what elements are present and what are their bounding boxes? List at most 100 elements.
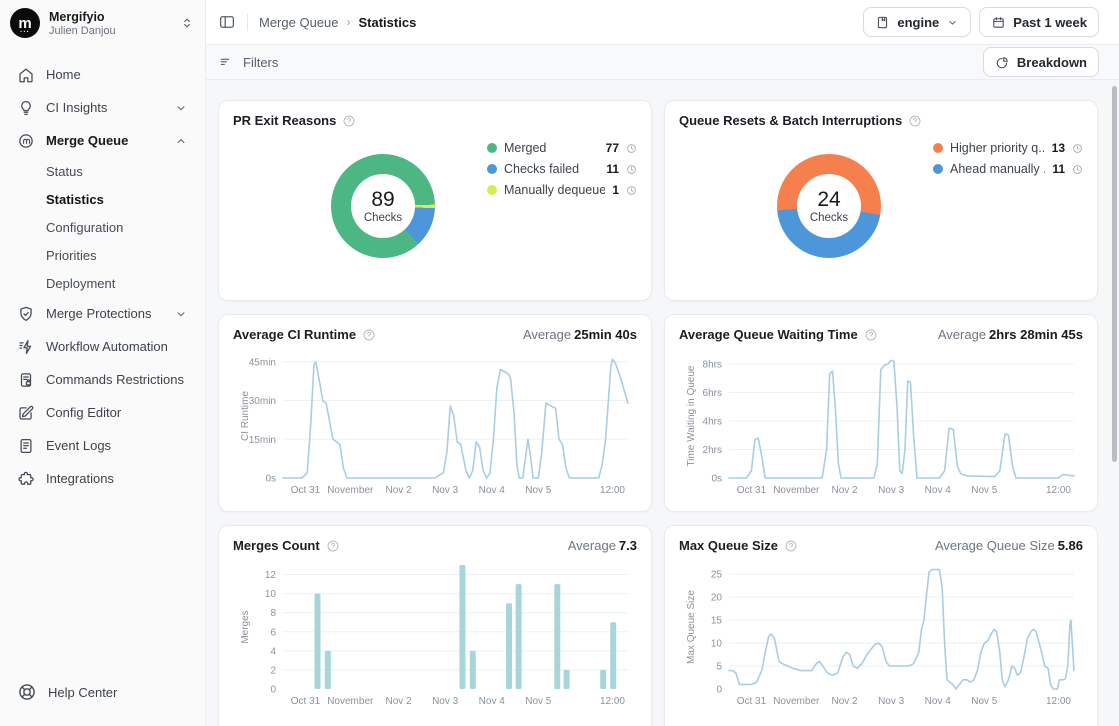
- filters-label: Filters: [243, 55, 278, 70]
- sidebar-item-status[interactable]: Status: [8, 157, 197, 185]
- svg-text:Nov 4: Nov 4: [925, 696, 952, 707]
- vertical-scrollbar-thumb[interactable]: [1112, 86, 1117, 462]
- sidebar-item-priorities[interactable]: Priorities: [8, 241, 197, 269]
- donut-chart[interactable]: 89 Checks: [331, 154, 435, 258]
- svg-text:Time Waiting in Queue: Time Waiting in Queue: [686, 365, 697, 466]
- top-header: Merge Queue › Statistics engine Past 1 w…: [206, 0, 1119, 45]
- sidebar-item-label: Merge Protections: [46, 306, 152, 321]
- workspace-switcher[interactable]: m ··· Mergifyio Julien Danjou: [0, 0, 205, 46]
- sidebar-item-deployment[interactable]: Deployment: [8, 269, 197, 297]
- average-readout: Average Queue Size5.86: [935, 538, 1083, 553]
- sidebar-item-config-editor[interactable]: Config Editor: [8, 396, 197, 429]
- help-icon[interactable]: [864, 328, 878, 342]
- sidebar-item-ci-insights[interactable]: CI Insights: [8, 91, 197, 124]
- svg-text:4hrs: 4hrs: [703, 416, 722, 427]
- breadcrumb-separator: ›: [347, 15, 351, 29]
- sidebar-item-commands-restrictions[interactable]: Commands Restrictions: [8, 363, 197, 396]
- sidebar-item-merge-protections[interactable]: Merge Protections: [8, 297, 197, 330]
- clock-icon[interactable]: [626, 143, 637, 154]
- svg-text:8hrs: 8hrs: [703, 359, 722, 370]
- svg-text:Oct 31: Oct 31: [737, 696, 767, 707]
- sidebar-item-statistics[interactable]: Statistics: [8, 185, 197, 213]
- svg-text:CI Runtime: CI Runtime: [240, 391, 251, 441]
- svg-text:4: 4: [270, 646, 276, 657]
- svg-text:5: 5: [716, 662, 722, 673]
- svg-text:Nov 2: Nov 2: [832, 696, 859, 707]
- breakdown-button[interactable]: Breakdown: [983, 47, 1099, 77]
- sidebar-item-home[interactable]: Home: [8, 58, 197, 91]
- help-icon[interactable]: [784, 539, 798, 553]
- app-window: m ··· Mergifyio Julien Danjou HomeCI Ins…: [0, 0, 1119, 726]
- legend-label: Higher priority q...: [950, 141, 1045, 155]
- sidebar-item-event-logs[interactable]: Event Logs: [8, 429, 197, 462]
- donut-chart[interactable]: 24 Checks: [777, 154, 881, 258]
- svg-text:Nov 4: Nov 4: [479, 696, 506, 707]
- legend-item[interactable]: Ahead manually ...11: [933, 162, 1083, 176]
- sidebar-item-workflow-automation[interactable]: Workflow Automation: [8, 330, 197, 363]
- svg-text:6hrs: 6hrs: [703, 388, 722, 399]
- svg-text:Nov 2: Nov 2: [386, 485, 413, 496]
- svg-text:November: November: [773, 696, 820, 707]
- chevron-down-icon: [174, 101, 188, 115]
- card-title: PR Exit Reasons: [233, 113, 356, 128]
- svg-text:8: 8: [270, 608, 276, 619]
- svg-text:Nov 5: Nov 5: [525, 696, 552, 707]
- legend-item[interactable]: Merged77: [487, 141, 637, 155]
- legend-value: 11: [1052, 162, 1065, 176]
- help-icon[interactable]: [908, 114, 922, 128]
- line-chart[interactable]: 0510152025Oct 31NovemberNov 2Nov 3Nov 4N…: [679, 557, 1084, 709]
- svg-text:Nov 3: Nov 3: [432, 696, 459, 707]
- sidebar-item-label: Commands Restrictions: [46, 372, 184, 387]
- line-chart[interactable]: 0s15min30min45minOct 31NovemberNov 2Nov …: [233, 346, 638, 498]
- sidebar-item-merge-queue[interactable]: Merge Queue: [8, 124, 197, 157]
- mergify-logo: m ···: [10, 8, 40, 38]
- line-chart[interactable]: 0s2hrs4hrs6hrs8hrsOct 31NovemberNov 2Nov…: [679, 346, 1084, 498]
- svg-text:0s: 0s: [711, 474, 722, 485]
- svg-text:Nov 5: Nov 5: [971, 696, 998, 707]
- clock-icon[interactable]: [1072, 143, 1083, 154]
- card-queue-resets: Queue Resets & Batch Interruptions 24 Ch…: [664, 100, 1098, 301]
- legend-value: 1: [612, 183, 619, 197]
- card-title: Merges Count: [233, 538, 340, 553]
- svg-text:0: 0: [270, 685, 276, 696]
- card-title: Max Queue Size: [679, 538, 798, 553]
- filters-toolbar: Filters Breakdown: [206, 45, 1119, 80]
- card-title: Queue Resets & Batch Interruptions: [679, 113, 922, 128]
- svg-text:Nov 4: Nov 4: [925, 485, 952, 496]
- filters-button[interactable]: Filters: [218, 54, 278, 70]
- average-readout: Average2hrs 28min 45s: [938, 327, 1083, 342]
- sidebar-item-integrations[interactable]: Integrations: [8, 462, 197, 495]
- sidebar-toggle-icon[interactable]: [218, 13, 236, 31]
- repository-selector-button[interactable]: engine: [863, 7, 971, 37]
- svg-text:12:00: 12:00: [1046, 696, 1071, 707]
- legend-label: Merged: [504, 141, 599, 155]
- unfold-icon[interactable]: [179, 15, 195, 31]
- sidebar-item-configuration[interactable]: Configuration: [8, 213, 197, 241]
- date-range-button[interactable]: Past 1 week: [979, 7, 1099, 37]
- sidebar-item-help-center[interactable]: Help Center: [0, 668, 205, 726]
- legend-item[interactable]: Higher priority q...13: [933, 141, 1083, 155]
- clock-icon[interactable]: [1072, 164, 1083, 175]
- logo-dots: ···: [10, 31, 40, 35]
- legend-dot: [487, 164, 497, 174]
- zap-icon: [17, 338, 35, 356]
- svg-text:November: November: [327, 696, 374, 707]
- chart-legend: Higher priority q...13 Ahead manually ...…: [933, 141, 1083, 176]
- svg-text:Nov 3: Nov 3: [432, 485, 459, 496]
- legend-item[interactable]: Checks failed11: [487, 162, 637, 176]
- legend-dot: [487, 143, 497, 153]
- legend-dot: [933, 164, 943, 174]
- svg-text:15: 15: [711, 616, 723, 627]
- help-icon[interactable]: [326, 539, 340, 553]
- average-readout: Average7.3: [568, 538, 637, 553]
- help-icon[interactable]: [342, 114, 356, 128]
- legend-dot: [487, 185, 497, 195]
- breadcrumb-parent[interactable]: Merge Queue: [259, 15, 339, 30]
- legend-item[interactable]: Manually dequeued1: [487, 183, 637, 197]
- bar-chart[interactable]: 024681012Oct 31NovemberNov 2Nov 3Nov 4No…: [233, 557, 638, 709]
- clock-icon[interactable]: [626, 185, 637, 196]
- svg-text:Nov 3: Nov 3: [878, 485, 905, 496]
- clock-icon[interactable]: [626, 164, 637, 175]
- help-icon[interactable]: [362, 328, 376, 342]
- legend-label: Checks failed: [504, 162, 599, 176]
